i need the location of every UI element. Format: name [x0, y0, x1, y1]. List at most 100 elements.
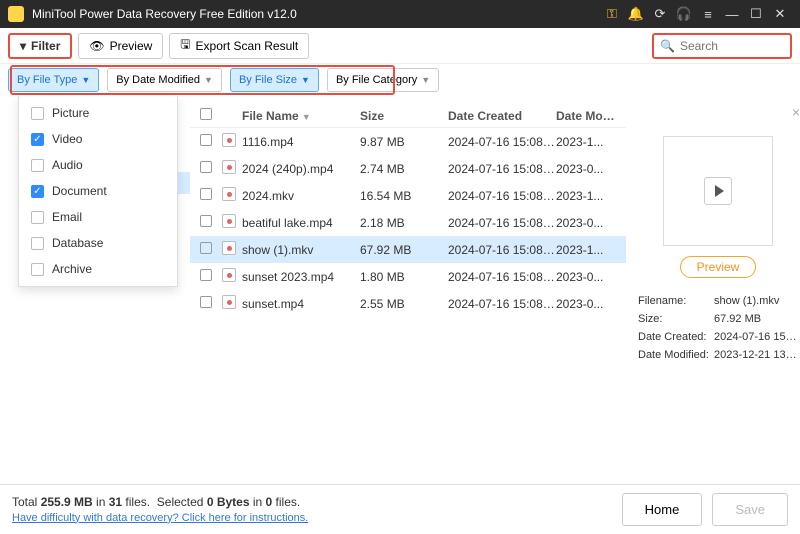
window-title: MiniTool Power Data Recovery Free Editio…	[32, 7, 600, 21]
dropdown-label: Document	[52, 184, 107, 198]
file-size: 2.18 MB	[360, 216, 448, 230]
toolbar: ▾ Filter 👁 Preview 🖫 Export Scan Result …	[0, 28, 800, 64]
file-name: 2024.mkv	[242, 189, 360, 203]
funnel-icon: ▾	[20, 39, 26, 53]
file-size: 67.92 MB	[360, 243, 448, 257]
close-preview-icon[interactable]: ×	[792, 104, 800, 120]
file-created: 2024-07-16 15:08:...	[448, 135, 556, 149]
dropdown-item[interactable]: ✓Video	[19, 126, 177, 152]
row-checkbox[interactable]	[200, 296, 212, 308]
file-created: 2024-07-16 15:08:...	[448, 162, 556, 176]
col-size[interactable]: Size	[360, 109, 448, 123]
sort-icon: ▼	[302, 112, 311, 122]
filter-label: Filter	[31, 39, 60, 53]
bell-icon[interactable]: 🔔	[624, 6, 648, 22]
chevron-down-icon: ▼	[81, 75, 90, 85]
row-checkbox[interactable]	[200, 188, 212, 200]
export-button[interactable]: 🖫 Export Scan Result	[169, 33, 309, 59]
row-checkbox[interactable]	[200, 242, 212, 254]
file-size: 2.74 MB	[360, 162, 448, 176]
file-type-dropdown[interactable]: Picture ✓Video Audio ✓ Document EmailDatabase…	[18, 96, 178, 287]
file-created: 2024-07-16 15:08:...	[448, 243, 556, 257]
dropdown-item[interactable]: Picture	[19, 100, 177, 126]
table-row[interactable]: 1116.mp4 9.87 MB 2024-07-16 15:08:... 20…	[190, 128, 626, 155]
filter-button[interactable]: ▾ Filter	[8, 33, 72, 59]
file-modified: 2023-1...	[556, 243, 616, 257]
checkbox[interactable]	[31, 263, 44, 276]
home-button[interactable]: Home	[622, 493, 703, 526]
search-box[interactable]: 🔍	[652, 33, 792, 59]
filter-by-type[interactable]: By File Type▼	[8, 68, 99, 92]
minimize-icon[interactable]: —	[720, 7, 744, 22]
search-icon: 🔍	[660, 39, 675, 53]
file-size: 1.80 MB	[360, 270, 448, 284]
file-icon	[222, 241, 236, 255]
dropdown-item[interactable]: ✓ Document	[19, 178, 177, 204]
dropdown-label: Picture	[52, 106, 89, 120]
dropdown-item[interactable]: Email	[19, 204, 177, 230]
table-row[interactable]: sunset.mp4 2.55 MB 2024-07-16 15:08:... …	[190, 290, 626, 317]
col-created[interactable]: Date Created	[448, 109, 556, 123]
filter-bar: By File Type▼ By Date Modified▼ By File …	[0, 64, 800, 96]
file-modified: 2023-0...	[556, 216, 616, 230]
file-modified: 2023-0...	[556, 162, 616, 176]
preview-panel: × Preview Filename:show (1).mkv Size:67.…	[626, 96, 800, 484]
dropdown-item[interactable]: Audio	[19, 152, 177, 178]
table-row[interactable]: 2024 (240p).mp4 2.74 MB 2024-07-16 15:08…	[190, 155, 626, 182]
file-created: 2024-07-16 15:08:...	[448, 297, 556, 311]
save-button[interactable]: Save	[712, 493, 788, 526]
col-name[interactable]: File Name▼	[242, 109, 360, 123]
export-icon: 🖫	[180, 35, 190, 56]
row-checkbox[interactable]	[200, 134, 212, 146]
file-size: 9.87 MB	[360, 135, 448, 149]
select-all-checkbox[interactable]	[200, 108, 212, 120]
status-totals: Total 255.9 MB in 31 files. Selected 0 B…	[12, 494, 308, 510]
maximize-icon[interactable]: ☐	[744, 6, 768, 22]
file-modified: 2023-0...	[556, 270, 616, 284]
checkbox[interactable]: ✓	[31, 185, 44, 198]
filter-by-date[interactable]: By Date Modified▼	[107, 68, 222, 92]
filter-by-size[interactable]: By File Size▼	[230, 68, 319, 92]
row-checkbox[interactable]	[200, 161, 212, 173]
checkbox[interactable]	[31, 211, 44, 224]
key-icon[interactable]: ⚿	[600, 6, 624, 22]
table-row[interactable]: show (1).mkv 67.92 MB 2024-07-16 15:08:.…	[190, 236, 626, 263]
close-icon[interactable]: ✕	[768, 6, 792, 22]
file-icon	[222, 160, 236, 174]
col-modified[interactable]: Date Modifie	[556, 109, 616, 123]
file-name: beatiful lake.mp4	[242, 216, 360, 230]
headset-icon[interactable]: 🎧	[672, 6, 696, 22]
file-modified: 2023-1...	[556, 135, 616, 149]
row-checkbox[interactable]	[200, 269, 212, 281]
chevron-down-icon: ▼	[301, 75, 310, 85]
file-created: 2024-07-16 15:08:...	[448, 189, 556, 203]
dropdown-label: Audio	[52, 158, 83, 172]
preview-label: Preview	[110, 39, 153, 53]
row-checkbox[interactable]	[200, 215, 212, 227]
table-row[interactable]: sunset 2023.mp4 1.80 MB 2024-07-16 15:08…	[190, 263, 626, 290]
preview-thumbnail	[663, 136, 773, 246]
table-row[interactable]: beatiful lake.mp4 2.18 MB 2024-07-16 15:…	[190, 209, 626, 236]
table-row[interactable]: 2024.mkv 16.54 MB 2024-07-16 15:08:... 2…	[190, 182, 626, 209]
menu-icon[interactable]: ≡	[696, 7, 720, 22]
preview-action-button[interactable]: Preview	[680, 256, 757, 278]
checkbox[interactable]	[31, 159, 44, 172]
preview-button[interactable]: 👁 Preview	[78, 33, 163, 59]
dropdown-item[interactable]: Archive	[19, 256, 177, 282]
search-input[interactable]	[680, 39, 784, 53]
file-name: show (1).mkv	[242, 243, 360, 257]
checkbox[interactable]: ✓	[31, 133, 44, 146]
checkbox[interactable]	[31, 237, 44, 250]
file-icon	[222, 133, 236, 147]
app-logo	[8, 6, 24, 22]
file-name: sunset.mp4	[242, 297, 360, 311]
dropdown-item[interactable]: Database	[19, 230, 177, 256]
file-created: 2024-07-16 15:08:...	[448, 216, 556, 230]
status-info: Total 255.9 MB in 31 files. Selected 0 B…	[12, 494, 308, 526]
help-link[interactable]: Have difficulty with data recovery? Clic…	[12, 510, 308, 526]
file-icon	[222, 268, 236, 282]
sync-icon[interactable]: ⟳	[648, 6, 672, 22]
file-list: File Name▼ Size Date Created Date Modifi…	[190, 96, 626, 484]
checkbox[interactable]	[31, 107, 44, 120]
filter-by-category[interactable]: By File Category▼	[327, 68, 439, 92]
